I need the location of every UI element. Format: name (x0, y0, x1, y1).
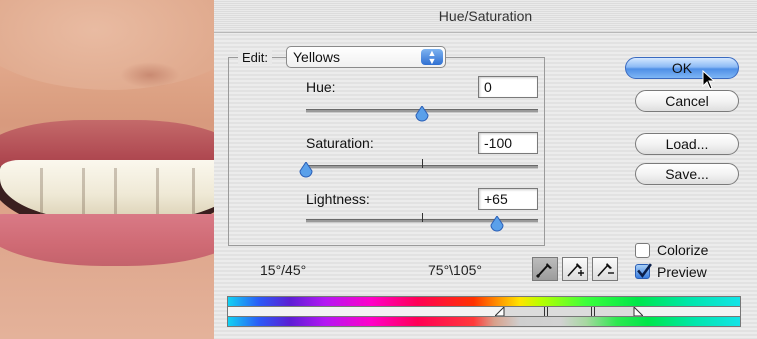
range-left-label: 15°/45° (260, 262, 307, 278)
lightness-input[interactable]: +65 (478, 188, 538, 210)
saturation-slider-thumb[interactable] (299, 162, 313, 178)
edit-label: Edit: (238, 50, 273, 65)
hue-slider-thumb[interactable] (415, 106, 429, 122)
eyedropper-plus-icon (567, 263, 584, 277)
input-spectrum-bar (227, 296, 741, 307)
eyedropper-minus-icon (597, 263, 614, 277)
lightness-center-tick (422, 213, 423, 222)
colorize-label: Colorize (657, 242, 709, 258)
saturation-center-tick (422, 159, 423, 168)
save-button[interactable]: Save... (635, 163, 739, 185)
range-left-triangle[interactable] (495, 307, 505, 316)
preview-label: Preview (657, 264, 707, 280)
hue-saturation-dialog: Hue/Saturation Edit: Yellows ▲ ▼ Hue: 0 S… (214, 0, 757, 339)
colorize-checkbox[interactable] (635, 243, 650, 258)
range-right-bar-handle[interactable] (591, 307, 595, 316)
range-left-bar-handle[interactable] (544, 307, 548, 316)
eyedropper-icon (535, 263, 552, 279)
load-button[interactable]: Load... (635, 133, 739, 155)
checkmark-icon (637, 263, 652, 278)
eyedropper-tool-button[interactable] (532, 257, 558, 281)
stepper-arrows-icon: ▲ ▼ (421, 49, 443, 66)
preview-checkbox[interactable] (635, 263, 652, 279)
edit-channel-select[interactable]: Yellows ▲ ▼ (286, 46, 446, 68)
eyedropper-minus-tool-button[interactable] (592, 257, 618, 281)
lightness-label: Lightness: (306, 191, 370, 207)
dialog-title: Hue/Saturation (214, 0, 757, 33)
hue-input[interactable]: 0 (478, 76, 538, 98)
range-right-triangle[interactable] (633, 307, 643, 316)
preview-photo (0, 0, 214, 339)
mouse-cursor-icon (702, 70, 716, 90)
cancel-button[interactable]: Cancel (635, 90, 739, 112)
eyedropper-plus-tool-button[interactable] (562, 257, 588, 281)
output-spectrum-bar (227, 316, 741, 327)
edit-channel-value: Yellows (293, 49, 340, 65)
range-handle-strip[interactable] (227, 307, 741, 316)
saturation-label: Saturation: (306, 135, 374, 151)
ok-button[interactable]: OK (625, 57, 739, 79)
range-selected-band (503, 307, 635, 316)
lightness-slider-thumb[interactable] (490, 216, 504, 232)
saturation-input[interactable]: -100 (478, 132, 538, 154)
range-right-label: 75°\105° (428, 262, 483, 278)
hue-label: Hue: (306, 79, 336, 95)
